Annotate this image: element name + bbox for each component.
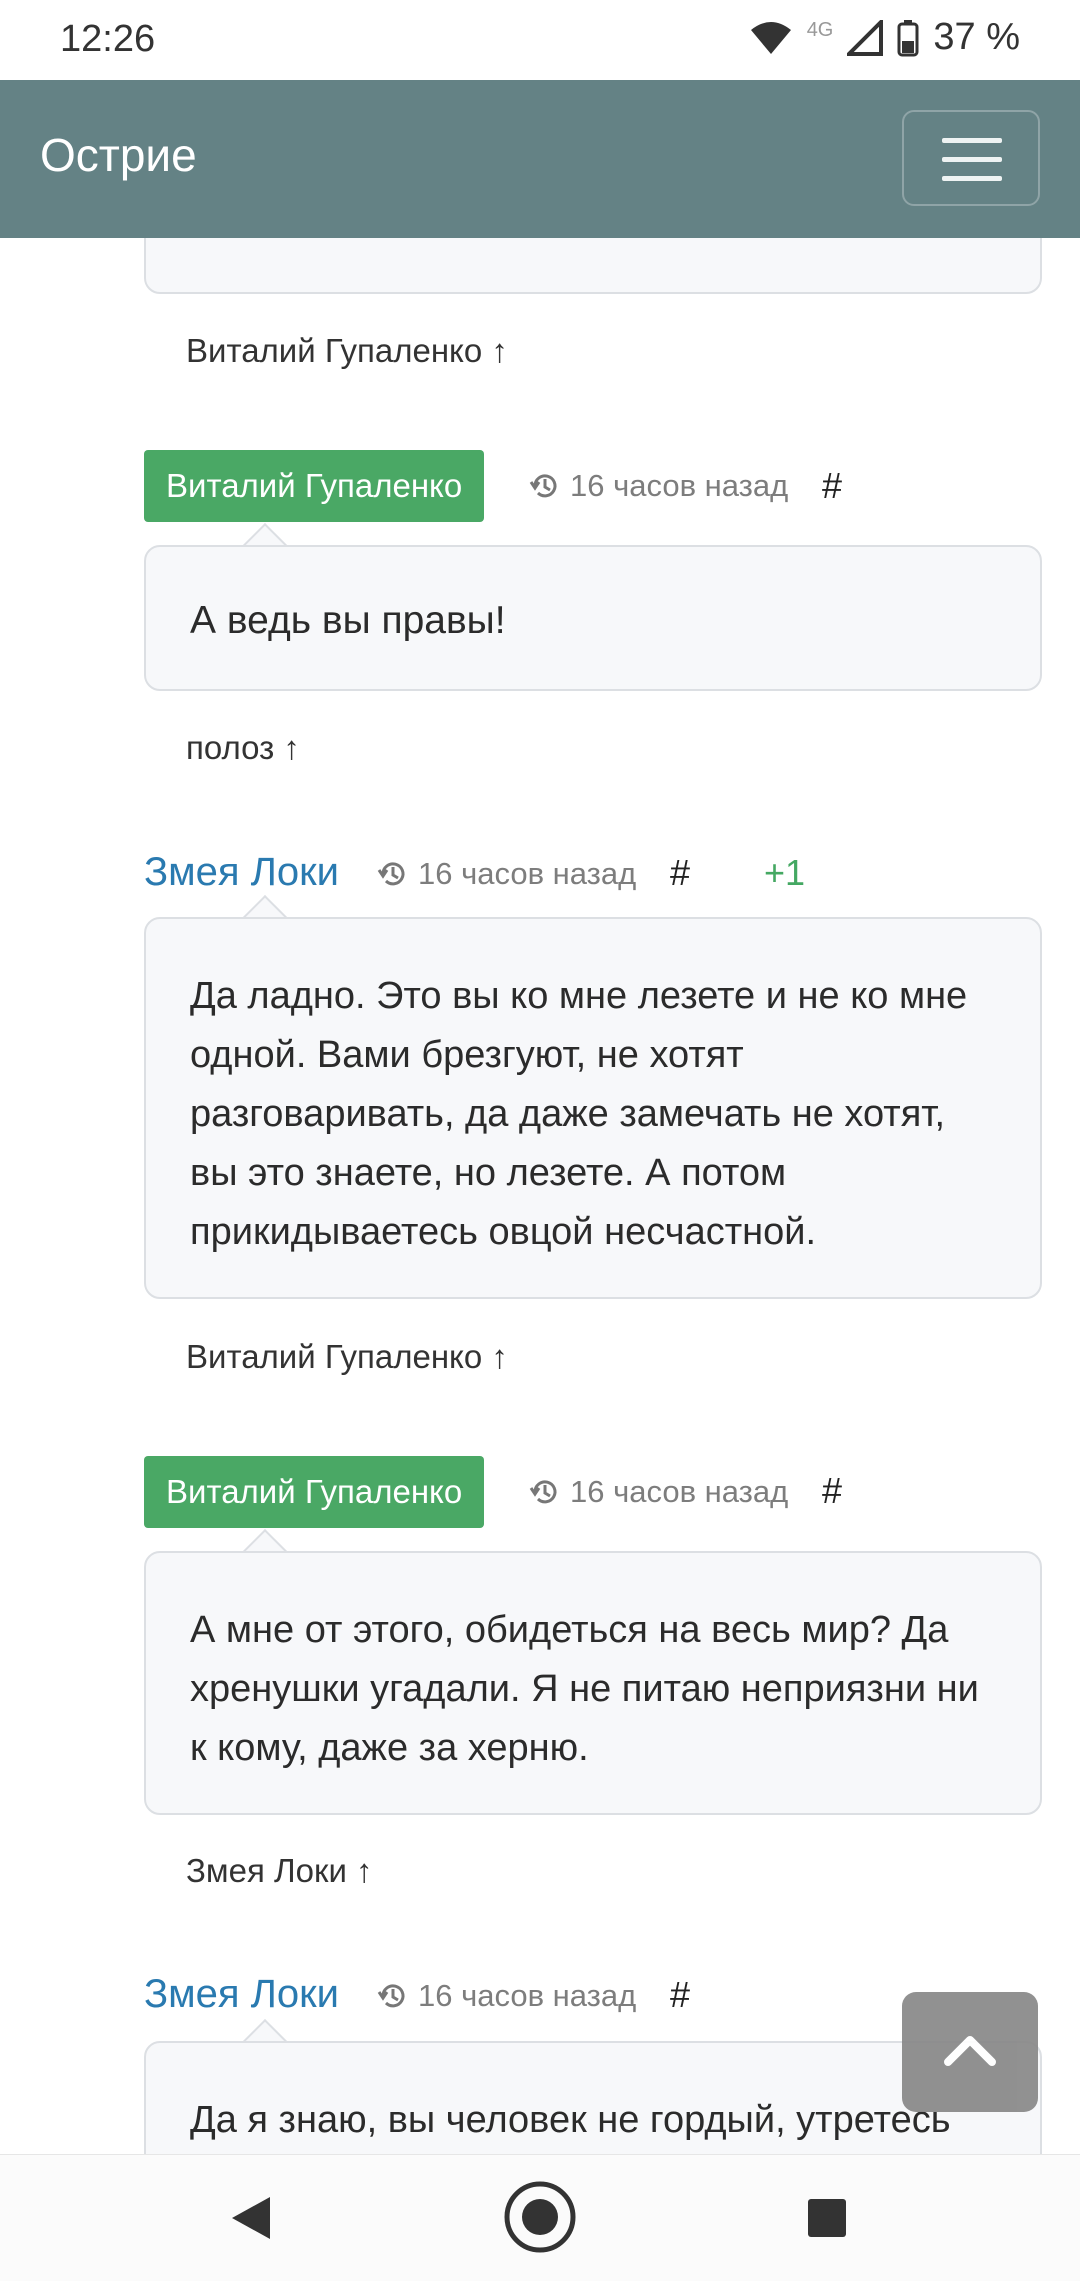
reply-to-link[interactable]: полоз ↑ <box>186 729 300 767</box>
time-text: 16 часов назад <box>418 856 637 891</box>
time-text: 16 часов назад <box>570 468 789 503</box>
comments-thread: Виталий Гупаленко ↑ Виталий Гупаленко 16… <box>0 0 1080 2280</box>
comment-bubble: А ведь вы правы! <box>144 545 1042 691</box>
comment-timestamp[interactable]: 16 часов назад <box>376 1978 636 2014</box>
permalink-hash[interactable]: # <box>670 1974 690 2016</box>
reply-to-link[interactable]: Виталий Гупаленко ↑ <box>186 332 508 370</box>
menu-icon-bar <box>942 138 1002 143</box>
menu-toggle-button[interactable] <box>902 110 1040 206</box>
comment-bubble: Да ладно. Это вы ко мне лезете и не ко м… <box>144 917 1042 1299</box>
comment-bubble: А мне от этого, обидеться на весь мир? Д… <box>144 1551 1042 1815</box>
back-icon[interactable] <box>228 2193 274 2243</box>
recents-icon[interactable] <box>806 2197 848 2239</box>
comment-text: Да ладно. Это вы ко мне лезете и не ко м… <box>190 975 968 1253</box>
permalink-hash[interactable]: # <box>822 465 842 507</box>
chevron-up-icon <box>944 2036 996 2066</box>
comment-author-link[interactable]: Змея Локи <box>144 850 339 895</box>
comment-timestamp[interactable]: 16 часов назад <box>528 1474 788 1510</box>
comment-author-badge[interactable]: Виталий Гупаленко <box>144 1456 485 1528</box>
permalink-hash[interactable]: # <box>822 1470 842 1512</box>
comment-author-badge[interactable]: Виталий Гупаленко <box>144 450 485 522</box>
comment-text: А мне от этого, обидеться на весь мир? Д… <box>190 1609 979 1769</box>
history-icon <box>529 1480 557 1504</box>
menu-icon-bar <box>942 176 1002 181</box>
time-text: 16 часов назад <box>570 1474 789 1509</box>
comment-text: А ведь вы правы! <box>190 599 506 642</box>
system-navigation-bar <box>0 2154 1080 2281</box>
menu-icon-bar <box>942 157 1002 162</box>
comment-text: Да я знаю, вы человек не гордый, утретес… <box>190 2099 951 2141</box>
home-icon[interactable] <box>502 2179 578 2255</box>
vote-score: +1 <box>764 852 806 893</box>
time-text: 16 часов назад <box>418 1978 637 2013</box>
comment-timestamp[interactable]: 16 часов назад <box>528 468 788 504</box>
reply-to-link[interactable]: Змея Локи ↑ <box>186 1852 373 1890</box>
reply-to-link[interactable]: Виталий Гупаленко ↑ <box>186 1338 508 1376</box>
comment-timestamp[interactable]: 16 часов назад <box>376 856 636 892</box>
top-navbar: Острие <box>0 80 1080 238</box>
history-icon <box>377 1984 405 2008</box>
history-icon <box>529 474 557 498</box>
history-icon <box>377 862 405 886</box>
site-brand[interactable]: Острие <box>40 128 197 182</box>
permalink-hash[interactable]: # <box>670 852 690 894</box>
scroll-to-top-button[interactable] <box>902 1992 1038 2112</box>
comment-author-link[interactable]: Змея Локи <box>144 1972 339 2017</box>
